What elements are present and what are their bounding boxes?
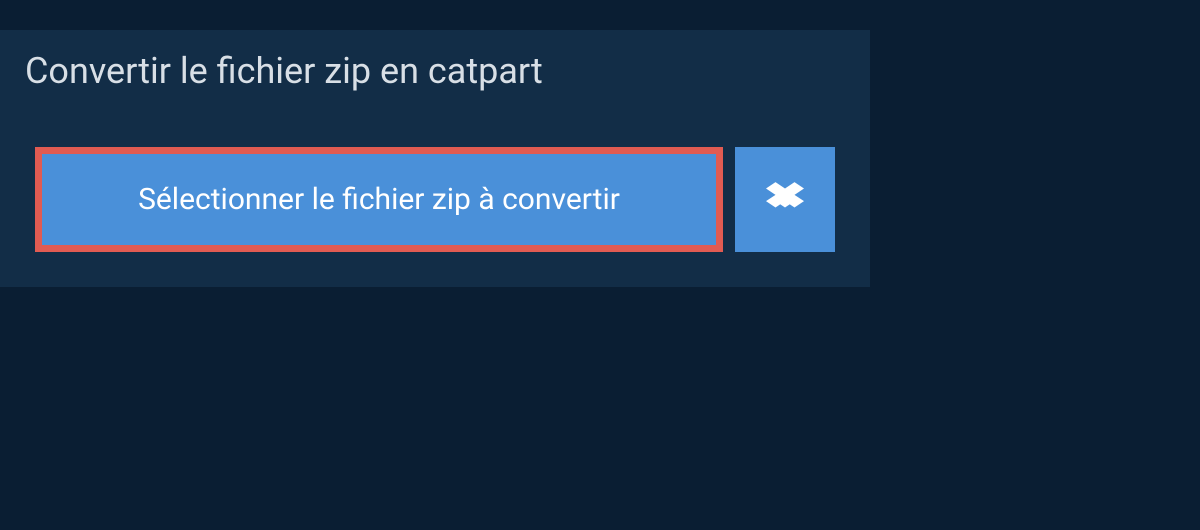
title-bar: Convertir le fichier zip en catpart [0, 30, 660, 112]
button-row: Sélectionner le fichier zip à convertir [0, 147, 870, 252]
converter-panel: Convertir le fichier zip en catpart Séle… [0, 30, 870, 287]
dropbox-button[interactable] [735, 147, 835, 252]
dropbox-icon [766, 179, 804, 220]
page-title: Convertir le fichier zip en catpart [25, 50, 635, 92]
select-file-button[interactable]: Sélectionner le fichier zip à convertir [35, 147, 723, 252]
